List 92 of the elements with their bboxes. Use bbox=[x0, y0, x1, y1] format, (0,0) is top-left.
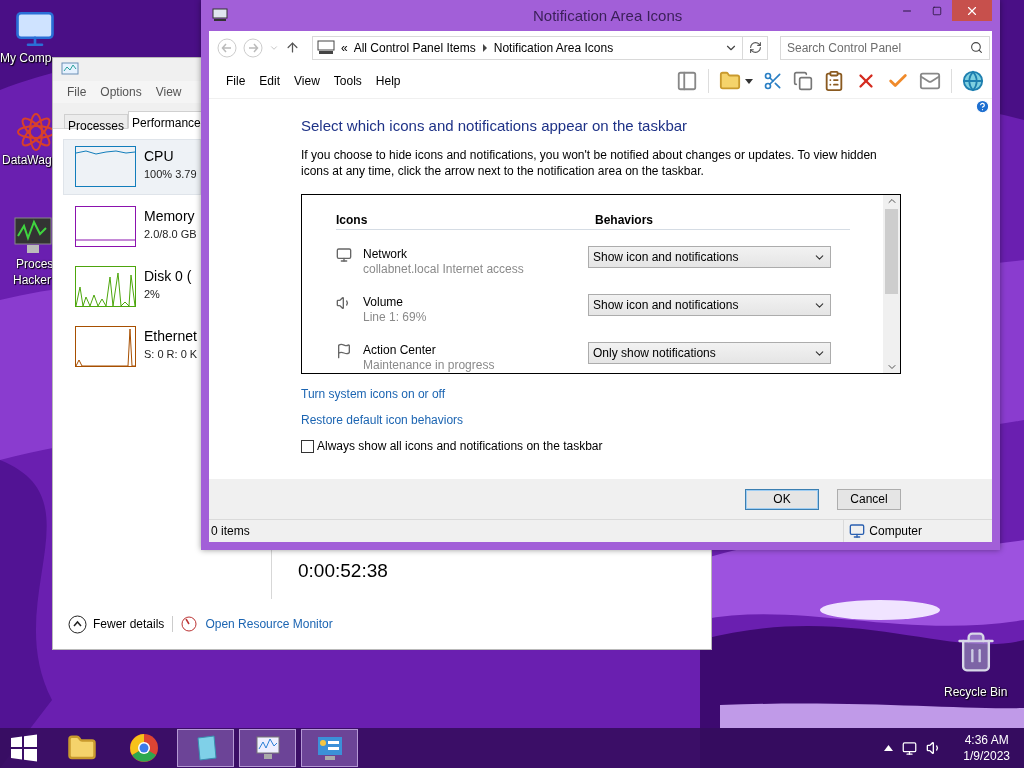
tab[interactable]: Processes bbox=[64, 114, 129, 129]
icon-label[interactable]: My Comp bbox=[0, 50, 52, 66]
resource-name: Memory bbox=[144, 207, 196, 226]
control-panel-icon[interactable] bbox=[315, 734, 344, 762]
resource-detail: S: 0 R: 0 K bbox=[144, 347, 198, 362]
page-heading: Select which icons and notifications appear on the taskbar bbox=[301, 117, 689, 134]
uptime-value: 0:00:52:38 bbox=[298, 560, 389, 582]
show-hidden-icons-button[interactable] bbox=[884, 745, 894, 751]
column-header: Behaviors bbox=[595, 213, 655, 227]
windows-logo-icon bbox=[10, 734, 38, 762]
scroll-thumb[interactable] bbox=[885, 209, 898, 294]
ok-button[interactable]: OK bbox=[745, 488, 819, 510]
resource-monitor-link[interactable]: Open Resource Monitor bbox=[205, 617, 333, 631]
taskbar-app-button[interactable] bbox=[239, 729, 296, 767]
refresh-button[interactable] bbox=[743, 35, 768, 60]
behavior-dropdown[interactable]: Show icon and notifications bbox=[588, 294, 831, 316]
forward-icon bbox=[243, 37, 263, 58]
menu-item[interactable]: Help bbox=[368, 74, 408, 88]
fewer-details-button[interactable]: Fewer details bbox=[68, 614, 165, 634]
app-icon bbox=[61, 61, 79, 78]
cancel-button[interactable]: Cancel bbox=[837, 488, 901, 510]
icon-name: Network bbox=[363, 246, 408, 262]
breadcrumb-overflow[interactable]: « bbox=[341, 40, 348, 55]
settings-link[interactable]: Restore default icon behaviors bbox=[301, 413, 464, 427]
search-field[interactable]: Search Control Panel bbox=[780, 35, 990, 60]
address-bar[interactable]: « All Control Panel Items Notification Area Icons bbox=[312, 35, 743, 60]
resource-name: Ethernet bbox=[144, 327, 198, 346]
paste-icon[interactable] bbox=[823, 70, 845, 92]
search-icon bbox=[970, 41, 983, 54]
resource-item[interactable]: Memory 2.0/8.0 GB bbox=[63, 199, 201, 255]
taskbar-app-button[interactable] bbox=[301, 729, 358, 767]
window-title: Notification Area Icons bbox=[533, 7, 683, 24]
icon-label[interactable]: Hacker bbox=[13, 272, 51, 288]
icon-label[interactable]: DataWag bbox=[2, 152, 52, 168]
settings-link[interactable]: Turn system icons on or off bbox=[301, 387, 446, 401]
back-icon bbox=[217, 37, 237, 58]
chevron-up-icon bbox=[68, 614, 87, 634]
resource-detail: 2% bbox=[144, 287, 161, 302]
breadcrumb-item[interactable]: Notification Area Icons bbox=[493, 40, 614, 55]
resource-name: Disk 0 ( bbox=[144, 267, 192, 286]
monitor-icon bbox=[336, 247, 352, 263]
status-location: Computer bbox=[869, 524, 922, 538]
resource-item[interactable]: Disk 0 ( 2% bbox=[63, 259, 201, 315]
network-icon[interactable] bbox=[902, 740, 918, 756]
gauge-icon bbox=[181, 616, 198, 632]
menu-item[interactable]: Tools bbox=[326, 74, 369, 88]
icon-label[interactable]: Proces bbox=[16, 256, 54, 272]
monitor-icon[interactable] bbox=[12, 216, 54, 256]
globe-icon[interactable] bbox=[962, 70, 984, 92]
scrollbar[interactable] bbox=[883, 195, 900, 373]
caret-icon[interactable] bbox=[745, 78, 753, 84]
behavior-dropdown[interactable]: Only show notifications bbox=[588, 342, 831, 364]
resource-detail: 2.0/8.0 GB bbox=[144, 227, 197, 242]
icon-name: Action Center bbox=[363, 342, 437, 358]
status-text: 0 items bbox=[210, 524, 250, 538]
behavior-dropdown[interactable]: Show icon and notifications bbox=[588, 246, 831, 268]
menu-item[interactable]: View bbox=[155, 85, 182, 99]
menu-item[interactable]: File bbox=[67, 85, 87, 99]
help-icon[interactable] bbox=[975, 99, 990, 114]
resource-item[interactable]: CPU 100% 3.79 bbox=[63, 139, 201, 195]
monitor-icon[interactable] bbox=[253, 734, 282, 762]
icon-label[interactable]: Recycle Bin bbox=[944, 684, 1008, 700]
envelope-icon[interactable] bbox=[919, 70, 941, 92]
resource-name: CPU bbox=[144, 147, 175, 166]
chevron-icon bbox=[481, 43, 488, 52]
menu-item[interactable]: Edit bbox=[252, 74, 288, 88]
chrome-icon[interactable] bbox=[128, 733, 159, 763]
layout-icon[interactable] bbox=[676, 70, 698, 92]
refresh-icon bbox=[748, 41, 762, 54]
always-show-checkbox[interactable]: Always show all icons and notifications on the taskbar bbox=[301, 439, 992, 453]
icon-name: Volume bbox=[363, 294, 405, 310]
menu-item[interactable]: View bbox=[287, 74, 327, 88]
computer-icon bbox=[317, 40, 335, 55]
menu-item[interactable]: Options bbox=[100, 85, 142, 99]
clock[interactable]: 4:36 AM 1/9/2023 bbox=[963, 732, 1010, 764]
icon-detail: Line 1: 69% bbox=[363, 310, 428, 324]
computer-icon bbox=[212, 8, 228, 22]
flag-icon bbox=[336, 343, 352, 359]
description-text: If you choose to hide icons and notifications, you won't be notified about changes or updates. To view hidden icons at any time, click the arrow next to the notification area on the taskbar. bbox=[301, 147, 878, 179]
menu-item[interactable]: File bbox=[219, 74, 253, 88]
copy-icon[interactable] bbox=[793, 71, 813, 91]
resource-item[interactable]: Ethernet S: 0 R: 0 K bbox=[63, 319, 201, 375]
taskbar-app-button[interactable] bbox=[177, 729, 234, 767]
maximize-icon bbox=[932, 5, 942, 16]
computer-icon bbox=[849, 523, 866, 539]
start-button[interactable] bbox=[10, 734, 38, 762]
breadcrumb-item[interactable]: All Control Panel Items bbox=[353, 40, 476, 55]
icon-detail: collabnet.local Internet access bbox=[363, 262, 525, 276]
column-header: Icons bbox=[336, 213, 369, 227]
icon-detail: Maintenance in progress bbox=[363, 358, 496, 372]
resource-detail: 100% 3.79 bbox=[144, 167, 197, 182]
cut-icon[interactable] bbox=[763, 71, 783, 91]
